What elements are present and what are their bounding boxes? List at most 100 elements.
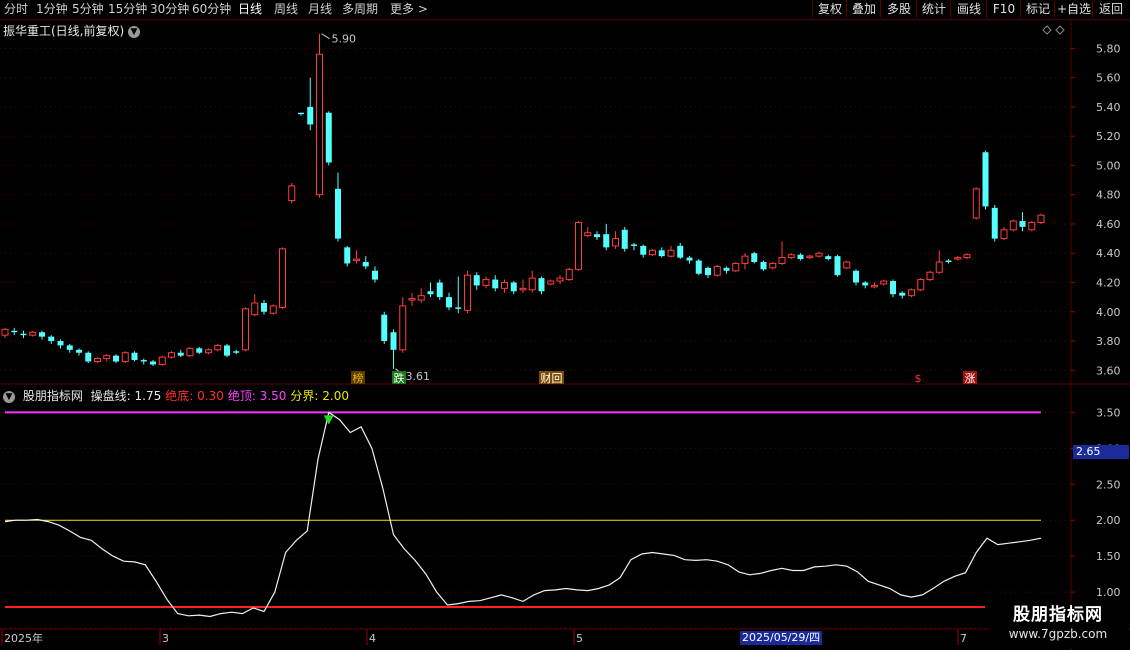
- candle-body-down: [57, 341, 64, 346]
- toolbar-tab-0[interactable]: 分时: [4, 1, 28, 18]
- chevron-down-icon[interactable]: ▼: [128, 25, 141, 38]
- candle-body-down: [640, 245, 647, 255]
- candle-body-up: [732, 262, 740, 272]
- candle-body-down: [695, 260, 702, 274]
- toolbar-button-0[interactable]: 复权: [812, 0, 847, 18]
- candle-body-down: [48, 336, 55, 342]
- price-axis-label: 4.60: [1096, 218, 1121, 231]
- candle-body-up: [741, 255, 749, 264]
- candle-body-up: [205, 349, 212, 354]
- candle-body-up: [94, 358, 101, 363]
- candle-body-down: [76, 349, 82, 353]
- candle-body-down: [177, 352, 184, 356]
- price-axis-label: 3.80: [1096, 335, 1121, 348]
- toolbar-tab-9[interactable]: 多周期: [342, 1, 378, 18]
- candle-body-up: [1000, 229, 1008, 240]
- candle-body-down: [261, 302, 267, 312]
- candle-body-up: [519, 287, 527, 291]
- toolbar-tab-7[interactable]: 周线: [274, 1, 298, 18]
- candle-body-down: [677, 245, 684, 258]
- candle-body-down: [862, 282, 869, 286]
- candle-body-up: [935, 261, 943, 273]
- toolbar-button-6[interactable]: 标记: [1020, 0, 1055, 18]
- xaxis-label: 4: [369, 632, 376, 645]
- indicator-axis-label: 2.00: [1096, 514, 1121, 527]
- toolbar-tab-3[interactable]: 15分钟: [108, 1, 147, 18]
- xaxis-label: 2025年: [4, 631, 43, 645]
- candle-body-up: [242, 308, 249, 351]
- candle-body-up: [353, 258, 360, 262]
- toolbar-button-2[interactable]: 多股: [880, 0, 917, 18]
- candle-body-up: [843, 261, 851, 269]
- candle-body-down: [140, 360, 147, 362]
- candle-body-down: [825, 256, 832, 260]
- toolbar-button-3[interactable]: 统计: [916, 0, 951, 18]
- candle-body-down: [85, 352, 92, 362]
- candle-body-up: [806, 255, 814, 259]
- toolbar-tab-5[interactable]: 60分钟: [192, 1, 231, 18]
- xaxis-label: 3: [162, 632, 169, 645]
- candle-body-up: [528, 277, 536, 291]
- watermark-url: www.7gpzb.com: [1008, 627, 1108, 641]
- candle-body-down: [760, 262, 767, 270]
- toolbar-button-8[interactable]: 返回: [1092, 0, 1129, 18]
- candle-body-up: [1009, 220, 1017, 231]
- chevron-down-icon[interactable]: ▼: [3, 390, 15, 403]
- toolbar-tab-8[interactable]: 月线: [308, 1, 332, 18]
- event-tag: 涨: [965, 372, 976, 385]
- event-tag: $: [915, 372, 922, 385]
- candle-body-down: [131, 352, 138, 361]
- candle-body-up: [556, 277, 564, 282]
- candle-body-up: [769, 262, 777, 269]
- candle-body-up: [288, 185, 296, 202]
- chart-title: 振华重工(日线,前复权) ▼: [3, 22, 141, 39]
- kline-chart[interactable]: 5.80 5.60 5.40 5.20 5.00 4.80 4.60 4.40 4.20 4.00…: [0, 0, 1130, 650]
- candle-body-down: [113, 355, 119, 362]
- candle-body-down: [538, 278, 545, 292]
- candle-body-up: [954, 257, 962, 260]
- toolbar-tab-6[interactable]: 日线: [238, 1, 262, 18]
- candle-body-down: [446, 297, 452, 308]
- candle-body-down: [307, 106, 314, 125]
- candle-body-down: [298, 112, 304, 115]
- toolbar-tab-10[interactable]: 更多 >: [390, 1, 428, 18]
- toolbar-button-1[interactable]: 叠加: [846, 0, 881, 18]
- candle-body-up: [972, 188, 980, 219]
- candle-body-down: [390, 332, 397, 350]
- low-price-label: 3.61: [406, 370, 431, 383]
- candle-body-down: [473, 275, 480, 286]
- green-arrow-icon: [323, 415, 334, 425]
- indicator-axis-label: 1.50: [1096, 550, 1121, 563]
- indicator-axis-label: 1.00: [1096, 586, 1121, 599]
- candle-body-up: [186, 347, 194, 357]
- candle-body-down: [631, 244, 637, 246]
- candle-body-down: [233, 351, 240, 353]
- indicator-legend: ▼ 股朋指标网 操盘线: 1.75 绝底: 0.30 绝顶: 3.50 分界: 2.0…: [3, 387, 357, 404]
- event-tag: 财: [541, 371, 552, 385]
- indicator-line: [4, 411, 1042, 618]
- indicator-axis-label: 2.50: [1096, 478, 1121, 491]
- candle-body-down: [335, 188, 341, 239]
- price-axis-label: 3.60: [1096, 364, 1121, 377]
- price-axis-label: 5.20: [1096, 130, 1121, 143]
- toolbar-button-4[interactable]: 画线: [950, 0, 987, 18]
- toolbar-tab-4[interactable]: 30分钟: [150, 1, 189, 18]
- candle-body-up: [713, 265, 721, 276]
- toolbar-button-5[interactable]: F10: [986, 0, 1021, 18]
- candle-body-up: [926, 271, 934, 281]
- candle-body-up: [880, 280, 888, 285]
- indicator-name[interactable]: 股朋指标网: [23, 389, 83, 403]
- candle-body-up: [917, 279, 925, 291]
- toolbar-tab-2[interactable]: 5分钟: [72, 1, 104, 18]
- toolbar-button-7[interactable]: +自选: [1054, 0, 1093, 18]
- cursor-date-badge: 2025/05/29/四: [740, 631, 823, 645]
- candle-body-down: [594, 234, 600, 238]
- candle-body-up: [482, 279, 490, 286]
- candle-body-down: [492, 279, 499, 289]
- toolbar-tab-1[interactable]: 1分钟: [36, 1, 68, 18]
- candle-body-up: [251, 302, 259, 316]
- price-axis-label: 4.40: [1096, 247, 1121, 260]
- candle-body-down: [436, 282, 443, 298]
- candle-body-up: [316, 53, 323, 196]
- indicator-legend-item: 绝顶: 3.50: [227, 389, 287, 403]
